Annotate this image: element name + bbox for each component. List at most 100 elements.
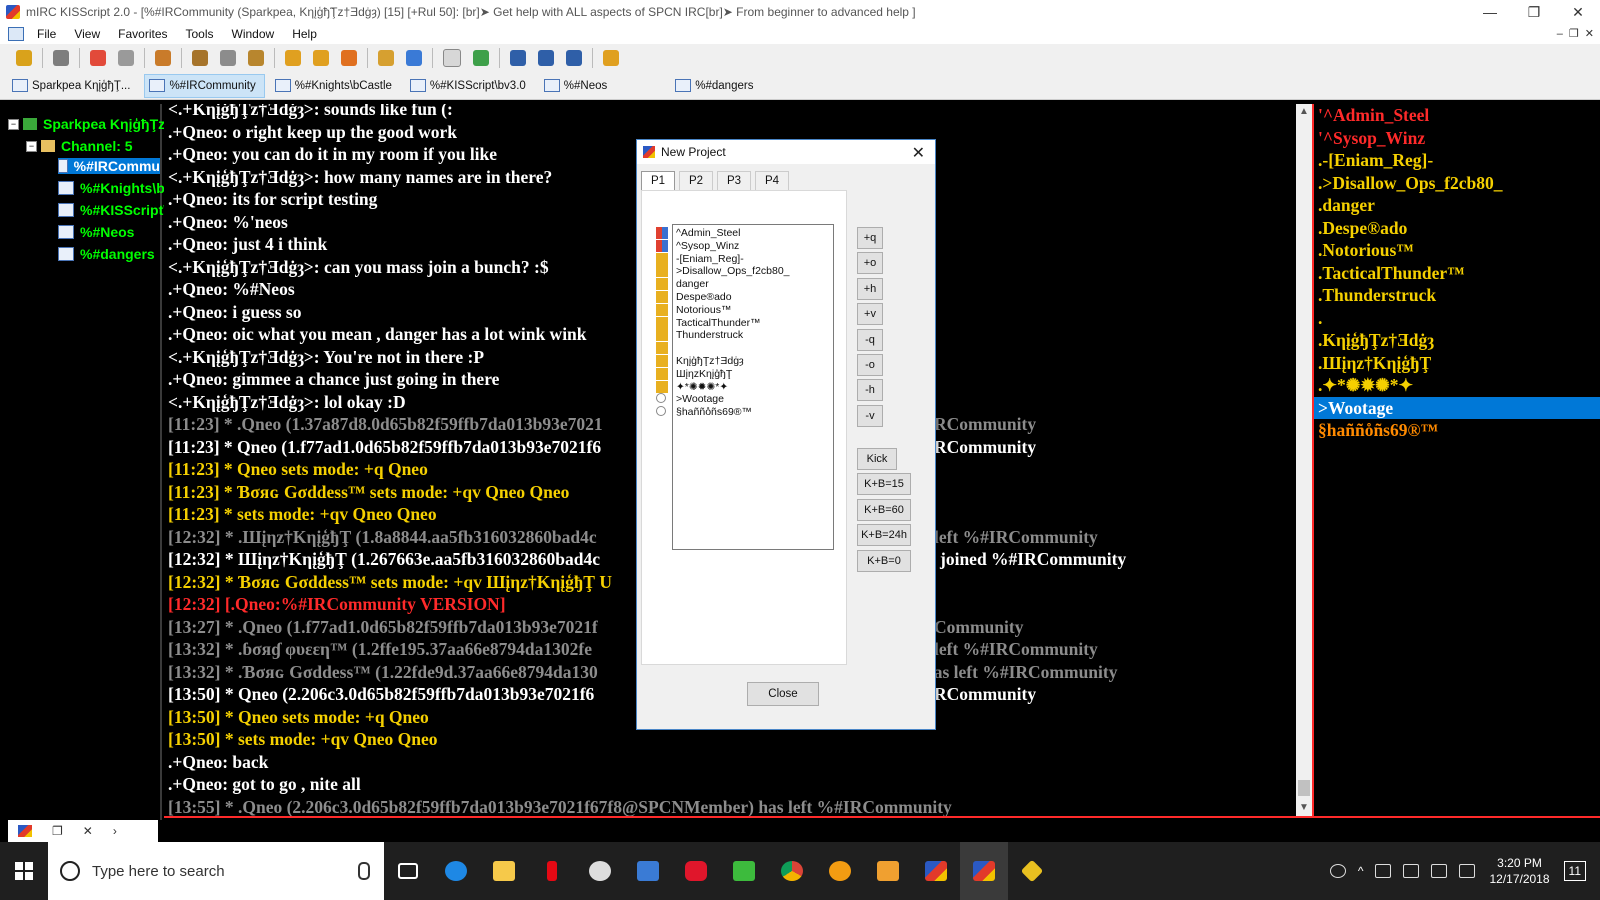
- settings-app-icon[interactable]: [816, 842, 864, 900]
- listbox-item[interactable]: Despe®ado: [656, 291, 732, 303]
- switchbar-tab-ircommunity[interactable]: %#IRCommunity: [144, 73, 265, 98]
- mode-button[interactable]: +h: [857, 277, 883, 300]
- restore-button[interactable]: ❐: [1512, 0, 1556, 24]
- urls-icon[interactable]: [473, 50, 489, 66]
- notifications-icon[interactable]: 11: [1563, 861, 1586, 881]
- nick-list-item[interactable]: .✦*✺✹✺*✦: [1318, 374, 1413, 396]
- mode-button[interactable]: -h: [857, 379, 883, 402]
- listbox-item[interactable]: §hañño̊ñs69®™: [656, 406, 752, 418]
- dcc-send-icon[interactable]: [192, 50, 208, 66]
- mirc-app-icon[interactable]: [18, 825, 32, 837]
- file-explorer-icon[interactable]: [480, 842, 528, 900]
- edge-icon[interactable]: [432, 842, 480, 900]
- taskbar-search[interactable]: Type here to search: [48, 842, 384, 900]
- menu-help[interactable]: Help: [283, 27, 326, 41]
- group-icon-2[interactable]: [406, 50, 422, 66]
- menu-favorites[interactable]: Favorites: [109, 27, 176, 41]
- menu-tools[interactable]: Tools: [177, 27, 223, 41]
- received-icon[interactable]: [248, 50, 264, 66]
- document-icon[interactable]: [624, 842, 672, 900]
- user-icon-2[interactable]: [313, 50, 329, 66]
- clock[interactable]: 3:20 PM 12/17/2018: [1489, 855, 1549, 887]
- kick-button[interactable]: Kick: [857, 448, 897, 470]
- user-icon-3[interactable]: [341, 50, 357, 66]
- mirc-taskbar-icon-1[interactable]: [912, 842, 960, 900]
- nick-list-item[interactable]: '^Admin_Steel: [1318, 104, 1429, 126]
- tree-channel-dangers[interactable]: %#dangers: [58, 246, 155, 262]
- minimize-button[interactable]: —: [1468, 0, 1512, 24]
- mirc-taskbar-icon-2[interactable]: [960, 842, 1008, 900]
- listbox-item[interactable]: Thunderstruck: [656, 329, 743, 342]
- switchbar-tab-dangers[interactable]: %#dangers: [671, 75, 761, 97]
- tile-vertical-icon[interactable]: [538, 50, 554, 66]
- mini-close-button[interactable]: ✕: [83, 824, 93, 838]
- opera-icon[interactable]: [672, 842, 720, 900]
- tree-channel-knights[interactable]: %#Knights\bC: [58, 180, 175, 196]
- close-button[interactable]: ✕: [1556, 0, 1600, 24]
- listbox-item[interactable]: ^Sysop_Winz: [656, 239, 739, 252]
- mdi-restore-button[interactable]: ❐: [1569, 24, 1579, 44]
- hulu-icon[interactable]: [720, 842, 768, 900]
- nick-list-item[interactable]: .Thunderstruck: [1318, 284, 1436, 306]
- system-menu-icon[interactable]: [8, 27, 24, 41]
- mode-button[interactable]: -v: [857, 404, 883, 427]
- group-icon-1[interactable]: [378, 50, 394, 66]
- collapse-icon[interactable]: −: [26, 140, 37, 152]
- dialog-close-icon[interactable]: ✕: [912, 143, 925, 163]
- nick-list-item[interactable]: .KηįģђŢᴢ†Ǝdġȝ: [1318, 329, 1434, 351]
- options-icon[interactable]: [53, 50, 69, 66]
- mini-more-button[interactable]: ›: [113, 824, 117, 838]
- mouse-app-icon[interactable]: [576, 842, 624, 900]
- pen-icon[interactable]: [1459, 864, 1476, 878]
- favorites-icon[interactable]: [90, 50, 106, 66]
- task-view-icon[interactable]: [384, 842, 432, 900]
- switchbar-tab-kisscript[interactable]: %#KISScript\bv3.0: [406, 75, 534, 97]
- chat-scrollbar[interactable]: ▲ ▼: [1296, 104, 1312, 816]
- nick-list-item[interactable]: .Despe®ado: [1318, 217, 1407, 239]
- dialog-close-button[interactable]: Close: [747, 682, 819, 706]
- dcc-chat-icon[interactable]: [220, 50, 236, 66]
- help-icon[interactable]: [603, 50, 619, 66]
- collapse-icon[interactable]: −: [8, 118, 19, 130]
- notify-icon[interactable]: [443, 49, 461, 67]
- mdi-minimize-button[interactable]: –: [1557, 24, 1563, 44]
- listbox-item[interactable]: -[Eniam_Reg]-: [656, 252, 744, 265]
- tree-channel-group[interactable]: − Channel: 5: [26, 138, 133, 154]
- tab-p2[interactable]: P2: [679, 171, 713, 190]
- volume-icon[interactable]: [1403, 864, 1420, 878]
- nick-list-item[interactable]: .TacticalThunder™: [1318, 262, 1465, 284]
- tree-server[interactable]: − Sparkpea KηįģђŢᴢ: [8, 116, 165, 132]
- show-hidden-icons[interactable]: ^: [1358, 864, 1364, 878]
- tab-p1[interactable]: P1: [641, 171, 675, 190]
- kickban-button[interactable]: K+B=24h: [857, 524, 911, 547]
- tile-horizontal-icon[interactable]: [510, 50, 526, 66]
- tree-channel-ircommunity[interactable]: %#IRCommu: [58, 158, 160, 174]
- kickban-button[interactable]: K+B=15: [857, 473, 911, 496]
- people-icon[interactable]: [1329, 864, 1346, 878]
- mdi-close-button[interactable]: ✕: [1585, 24, 1594, 44]
- addressbook-icon[interactable]: [118, 50, 134, 66]
- connect-icon[interactable]: [16, 50, 32, 66]
- user-icon-1[interactable]: [285, 50, 301, 66]
- listbox-item[interactable]: ШįηᴢKηįģђŢ: [656, 367, 732, 380]
- listbox-item[interactable]: ^Admin_Steel: [656, 227, 740, 239]
- tab-p3[interactable]: P3: [717, 171, 751, 190]
- nick-list-item[interactable]: .-[Eniam_Reg]-: [1318, 149, 1433, 171]
- nick-list-item[interactable]: §hañño̊ñs69®™: [1318, 419, 1438, 441]
- chat-input[interactable]: [164, 816, 1600, 844]
- mirc-app-icon[interactable]: [6, 5, 20, 19]
- cascade-icon[interactable]: [566, 50, 582, 66]
- start-button[interactable]: [0, 842, 48, 900]
- dialog-nick-listbox[interactable]: ^Admin_Steel ^Sysop_Winz -[Eniam_Reg]- >Dis…: [656, 224, 834, 550]
- scripts-icon[interactable]: [155, 50, 171, 66]
- scroll-up-arrow[interactable]: ▲: [1296, 104, 1312, 120]
- listbox-item[interactable]: Notorious™: [656, 303, 731, 316]
- listbox-item[interactable]: KηįģђŢᴢ†Ǝdġȝ: [656, 355, 744, 367]
- netflix-icon[interactable]: [528, 842, 576, 900]
- mode-button[interactable]: +v: [857, 303, 883, 326]
- nick-list-item[interactable]: .: [1318, 307, 1322, 329]
- listbox-item[interactable]: >Wootage: [656, 393, 724, 405]
- listbox-item[interactable]: danger: [656, 278, 709, 291]
- nick-list-item[interactable]: >Wootage: [1314, 396, 1600, 419]
- tab-p4[interactable]: P4: [755, 171, 789, 190]
